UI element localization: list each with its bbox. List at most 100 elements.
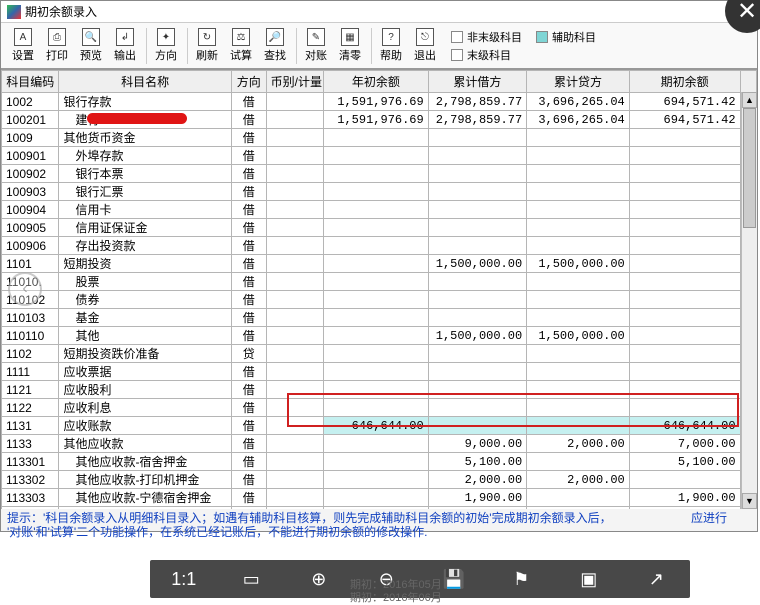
cell[interactable]: 银行本票 <box>59 165 231 183</box>
cell[interactable]: 2,000.00 <box>428 471 526 489</box>
cell[interactable] <box>428 309 526 327</box>
table-row[interactable]: 100904信用卡借 <box>2 201 757 219</box>
cell[interactable]: 应收利息 <box>59 399 231 417</box>
预览-button[interactable]: 🔍预览 <box>75 26 107 66</box>
cell[interactable] <box>527 291 630 309</box>
cell[interactable]: 借 <box>231 255 266 273</box>
输出-button[interactable]: ↲输出 <box>109 26 141 66</box>
cell[interactable]: 其他应收款-打印机押金 <box>59 471 231 489</box>
cell[interactable] <box>527 273 630 291</box>
cell[interactable]: 其他应收款-宿舍押金 <box>59 453 231 471</box>
cell[interactable] <box>527 201 630 219</box>
table-row[interactable]: 100903银行汇票借 <box>2 183 757 201</box>
cell[interactable] <box>527 147 630 165</box>
cell[interactable] <box>629 381 740 399</box>
column-header[interactable]: 期初余额 <box>629 71 740 93</box>
scroll-thumb[interactable] <box>743 108 756 228</box>
cell[interactable]: 694,571.42 <box>629 93 740 111</box>
cell[interactable]: 借 <box>231 165 266 183</box>
scroll-down-button[interactable]: ▼ <box>742 493 757 509</box>
table-row[interactable]: 1111应收票据借 <box>2 363 757 381</box>
cell[interactable] <box>266 273 323 291</box>
cell[interactable] <box>324 165 429 183</box>
table-row[interactable]: 113303其他应收款-宁德宿舍押金借1,900.001,900.00 <box>2 489 757 507</box>
cell[interactable]: 借 <box>231 291 266 309</box>
cell[interactable] <box>324 399 429 417</box>
cell[interactable] <box>324 309 429 327</box>
cell[interactable] <box>629 255 740 273</box>
column-header[interactable]: 科目编码 <box>2 71 59 93</box>
cell[interactable] <box>428 417 526 435</box>
打印-button[interactable]: ⎙打印 <box>41 26 73 66</box>
cell[interactable] <box>527 489 630 507</box>
table-row[interactable]: 1009其他货币资金借 <box>2 129 757 147</box>
cell[interactable]: -646,644.00 <box>324 417 429 435</box>
cell[interactable] <box>629 183 740 201</box>
cell[interactable] <box>266 489 323 507</box>
cell[interactable]: 借 <box>231 111 266 129</box>
cell[interactable]: 2,000.00 <box>527 471 630 489</box>
cell[interactable]: 借 <box>231 453 266 471</box>
cell[interactable]: 股票 <box>59 273 231 291</box>
cell[interactable] <box>428 237 526 255</box>
cell[interactable] <box>527 219 630 237</box>
cell[interactable] <box>629 471 740 489</box>
cell[interactable]: 短期投资跌价准备 <box>59 345 231 363</box>
cell[interactable]: 应收票据 <box>59 363 231 381</box>
table-row[interactable]: 1122应收利息借 <box>2 399 757 417</box>
对账-button[interactable]: ✎对账 <box>300 26 332 66</box>
table-row[interactable]: 1002银行存款借1,591,976.692,798,859.773,696,2… <box>2 93 757 111</box>
cell[interactable]: 借 <box>231 93 266 111</box>
cell[interactable] <box>527 183 630 201</box>
cell[interactable]: 外埠存款 <box>59 147 231 165</box>
cell[interactable] <box>324 435 429 453</box>
cell[interactable]: 1009 <box>2 129 59 147</box>
cell[interactable] <box>266 93 323 111</box>
cell[interactable] <box>266 219 323 237</box>
cell[interactable] <box>527 453 630 471</box>
cell[interactable]: 2,000.00 <box>527 435 630 453</box>
cell[interactable] <box>527 237 630 255</box>
cell[interactable] <box>266 435 323 453</box>
cell[interactable]: 信用卡 <box>59 201 231 219</box>
cell[interactable] <box>324 489 429 507</box>
cell[interactable]: 借 <box>231 381 266 399</box>
cell[interactable]: 借 <box>231 201 266 219</box>
cell[interactable] <box>629 345 740 363</box>
刷新-button[interactable]: ↻刷新 <box>191 26 223 66</box>
cell[interactable]: 113302 <box>2 471 59 489</box>
cell[interactable]: 借 <box>231 417 266 435</box>
cell[interactable]: 100906 <box>2 237 59 255</box>
cell[interactable] <box>629 309 740 327</box>
cell[interactable]: 借 <box>231 147 266 165</box>
cell[interactable]: 借 <box>231 219 266 237</box>
cell[interactable] <box>428 291 526 309</box>
设置-button[interactable]: A设置 <box>7 26 39 66</box>
cell[interactable]: 应收账款 <box>59 417 231 435</box>
cell[interactable] <box>428 345 526 363</box>
cell[interactable] <box>266 237 323 255</box>
table-row[interactable]: 100201建行借1,591,976.692,798,859.773,696,2… <box>2 111 757 129</box>
cell[interactable]: 1,500,000.00 <box>527 327 630 345</box>
cell[interactable]: 5,100.00 <box>629 453 740 471</box>
cell[interactable]: 借 <box>231 435 266 453</box>
cell[interactable]: 借 <box>231 327 266 345</box>
cell[interactable]: 1121 <box>2 381 59 399</box>
cell[interactable] <box>428 147 526 165</box>
cell[interactable]: 银行存款 <box>59 93 231 111</box>
cell[interactable] <box>324 345 429 363</box>
table-row[interactable]: 113302其他应收款-打印机押金借2,000.002,000.00 <box>2 471 757 489</box>
cell[interactable] <box>527 165 630 183</box>
cell[interactable]: 借 <box>231 399 266 417</box>
cell[interactable] <box>266 201 323 219</box>
cell[interactable] <box>266 381 323 399</box>
cell[interactable]: 短期投资 <box>59 255 231 273</box>
cell[interactable]: 1,500,000.00 <box>428 255 526 273</box>
cell[interactable] <box>266 453 323 471</box>
cell[interactable] <box>324 453 429 471</box>
cell[interactable]: 100902 <box>2 165 59 183</box>
table-row[interactable]: 1131应收账款借-646,644.00-646,644.00 <box>2 417 757 435</box>
cell[interactable] <box>324 255 429 273</box>
cell[interactable] <box>629 129 740 147</box>
cell[interactable] <box>266 129 323 147</box>
